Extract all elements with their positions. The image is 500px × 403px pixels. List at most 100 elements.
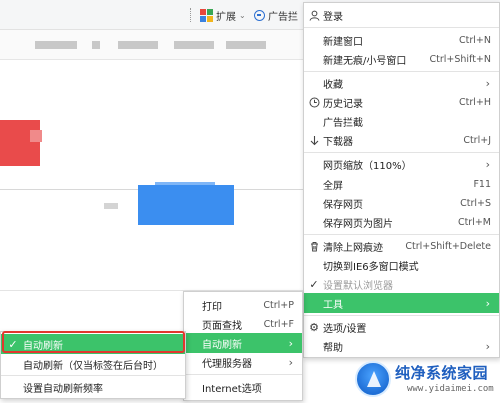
- blurred-image: [30, 130, 42, 142]
- menu-item-label: 切换到IE6多窗口模式: [323, 261, 419, 273]
- menu-item-label: 设置默认浏览器: [323, 280, 393, 292]
- menu-separator: [304, 315, 499, 316]
- chevron-right-icon: ›: [288, 336, 293, 350]
- menu-item-new-incognito-window[interactable]: 新建无痕/小号窗口 Ctrl+Shift+N: [304, 49, 499, 69]
- check-icon: ✓: [309, 277, 319, 291]
- adblock-label: 广告拦: [268, 11, 298, 23]
- menu-item-label: 全屏: [323, 180, 343, 192]
- gear-icon: ⚙: [309, 320, 319, 334]
- menu-item-label: 新建无痕/小号窗口: [323, 55, 407, 67]
- toolbar-separator: [190, 8, 196, 22]
- menu-item-fullscreen[interactable]: 全屏 F11: [304, 174, 499, 194]
- menu-item-label: 工具: [323, 299, 343, 311]
- menu-item-save-page[interactable]: 保存网页 Ctrl+S: [304, 193, 499, 213]
- blurred-image: [0, 120, 40, 166]
- extensions-label: 扩展: [216, 11, 236, 23]
- menu-separator: [304, 152, 499, 153]
- trash-icon: [308, 240, 320, 252]
- extensions-icon: [200, 8, 213, 22]
- site-watermark: 纯净系统家园 www.yidaimei.com: [355, 358, 500, 403]
- adblock-button[interactable]: 广告拦: [254, 7, 298, 23]
- extensions-button[interactable]: 扩展 ⌄: [200, 7, 246, 23]
- menu-item-label: 自动刷新（仅当标签在后台时）: [23, 360, 163, 372]
- menu-item-set-default-browser: ✓ 设置默认浏览器: [304, 274, 499, 294]
- download-icon: [308, 134, 320, 146]
- menu-item-downloader[interactable]: 下载器 Ctrl+J: [304, 130, 499, 150]
- menu-item-zoom[interactable]: 网页缩放（110%） ›: [304, 154, 499, 174]
- menu-item-label: 自动刷新: [202, 339, 242, 351]
- menu-item-label: 网页缩放（110%）: [323, 160, 412, 172]
- blurred-button: [138, 185, 234, 225]
- clock-icon: [308, 96, 320, 108]
- menu-separator: [304, 71, 499, 72]
- chevron-right-icon: ›: [288, 355, 293, 369]
- menu-item-set-refresh-frequency[interactable]: 设置自动刷新频率: [1, 377, 185, 397]
- blurred-text: [104, 203, 118, 209]
- menu-item-favorites[interactable]: 收藏 ›: [304, 73, 499, 93]
- watermark-title: 纯净系统家园: [395, 364, 489, 382]
- menu-item-find-in-page[interactable]: 页面查找 Ctrl+F: [184, 314, 302, 334]
- menu-item-label: 页面查找: [202, 320, 242, 332]
- blurred-text: [118, 41, 158, 49]
- watermark-logo-icon: [355, 361, 391, 397]
- menu-separator: [304, 27, 499, 28]
- browser-main-menu: 登录 新建窗口 Ctrl+N 新建无痕/小号窗口 Ctrl+Shift+N 收藏…: [303, 2, 500, 358]
- menu-separator: [1, 375, 185, 376]
- menu-item-label: 代理服务器: [202, 358, 252, 370]
- menu-item-label: 帮助: [323, 342, 343, 354]
- menu-item-label: 下载器: [323, 136, 353, 148]
- menu-item-new-window[interactable]: 新建窗口 Ctrl+N: [304, 30, 499, 50]
- blurred-text: [92, 41, 100, 49]
- menu-item-shortcut: Ctrl+S: [460, 197, 491, 209]
- chevron-right-icon: ›: [485, 157, 490, 171]
- menu-item-login[interactable]: 登录: [304, 5, 499, 25]
- menu-item-clear-traces[interactable]: 清除上网痕迹 Ctrl+Shift+Delete: [304, 236, 499, 256]
- chevron-right-icon: ›: [485, 76, 490, 90]
- chevron-right-icon: ›: [485, 296, 490, 310]
- menu-item-history[interactable]: 历史记录 Ctrl+H: [304, 92, 499, 112]
- menu-separator: [184, 374, 302, 375]
- menu-item-internet-options[interactable]: Internet选项: [184, 377, 302, 397]
- menu-item-shortcut: Ctrl+N: [459, 34, 491, 46]
- menu-item-label: 历史记录: [323, 98, 363, 110]
- tools-submenu: 打印 Ctrl+P 页面查找 Ctrl+F 自动刷新 › 代理服务器 › Int…: [183, 291, 303, 401]
- menu-item-shortcut: F11: [473, 178, 491, 190]
- menu-item-label: 保存网页: [323, 199, 363, 211]
- menu-item-print[interactable]: 打印 Ctrl+P: [184, 295, 302, 315]
- menu-item-label: 打印: [202, 301, 222, 313]
- menu-item-adblock[interactable]: 广告拦截: [304, 111, 499, 131]
- menu-item-label: 新建窗口: [323, 36, 363, 48]
- menu-item-shortcut: Ctrl+Shift+N: [429, 53, 491, 65]
- watermark-url: www.yidaimei.com: [407, 384, 494, 394]
- menu-item-help[interactable]: 帮助 ›: [304, 336, 499, 356]
- blurred-text: [35, 41, 77, 49]
- menu-item-shortcut: Ctrl+H: [458, 96, 491, 108]
- menu-item-label: Internet选项: [202, 383, 262, 395]
- chevron-right-icon: ›: [485, 339, 490, 353]
- menu-item-label: 广告拦截: [323, 117, 363, 129]
- menu-item-proxy-server[interactable]: 代理服务器 ›: [184, 352, 302, 372]
- menu-item-save-as-image[interactable]: 保存网页为图片 Ctrl+M: [304, 212, 499, 232]
- menu-separator: [304, 234, 499, 235]
- annotation-highlight-box: [2, 331, 185, 353]
- user-icon: [308, 9, 320, 21]
- menu-item-shortcut: Ctrl+F: [263, 318, 294, 330]
- menu-item-shortcut: Ctrl+P: [263, 299, 294, 311]
- menu-item-auto-refresh[interactable]: 自动刷新 ›: [184, 333, 302, 353]
- menu-item-label: 设置自动刷新频率: [23, 383, 103, 395]
- blurred-text: [174, 41, 214, 49]
- menu-item-label: 收藏: [323, 79, 343, 91]
- menu-item-label: 清除上网痕迹: [323, 242, 383, 254]
- menu-item-options[interactable]: ⚙ 选项/设置: [304, 317, 499, 337]
- menu-item-shortcut: Ctrl+J: [463, 134, 491, 146]
- menu-item-shortcut: Ctrl+M: [457, 216, 491, 228]
- menu-item-ie6-mode[interactable]: 切换到IE6多窗口模式: [304, 255, 499, 275]
- blurred-text: [226, 41, 266, 49]
- menu-item-shortcut: Ctrl+Shift+Delete: [405, 240, 491, 252]
- menu-item-auto-refresh-background[interactable]: 自动刷新（仅当标签在后台时）: [1, 354, 185, 374]
- menu-item-label: 登录: [323, 11, 343, 23]
- menu-item-label: 保存网页为图片: [323, 218, 393, 230]
- chevron-down-icon: ⌄: [239, 10, 246, 20]
- menu-item-tools[interactable]: 工具 ›: [304, 293, 499, 313]
- menu-item-label: 选项/设置: [323, 323, 367, 335]
